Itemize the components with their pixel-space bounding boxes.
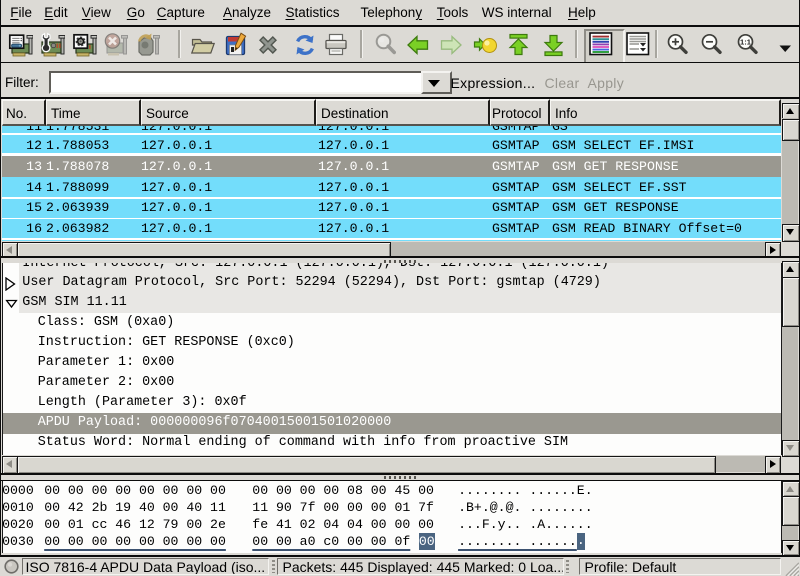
svg-text:1:1: 1:1 [740,38,752,47]
